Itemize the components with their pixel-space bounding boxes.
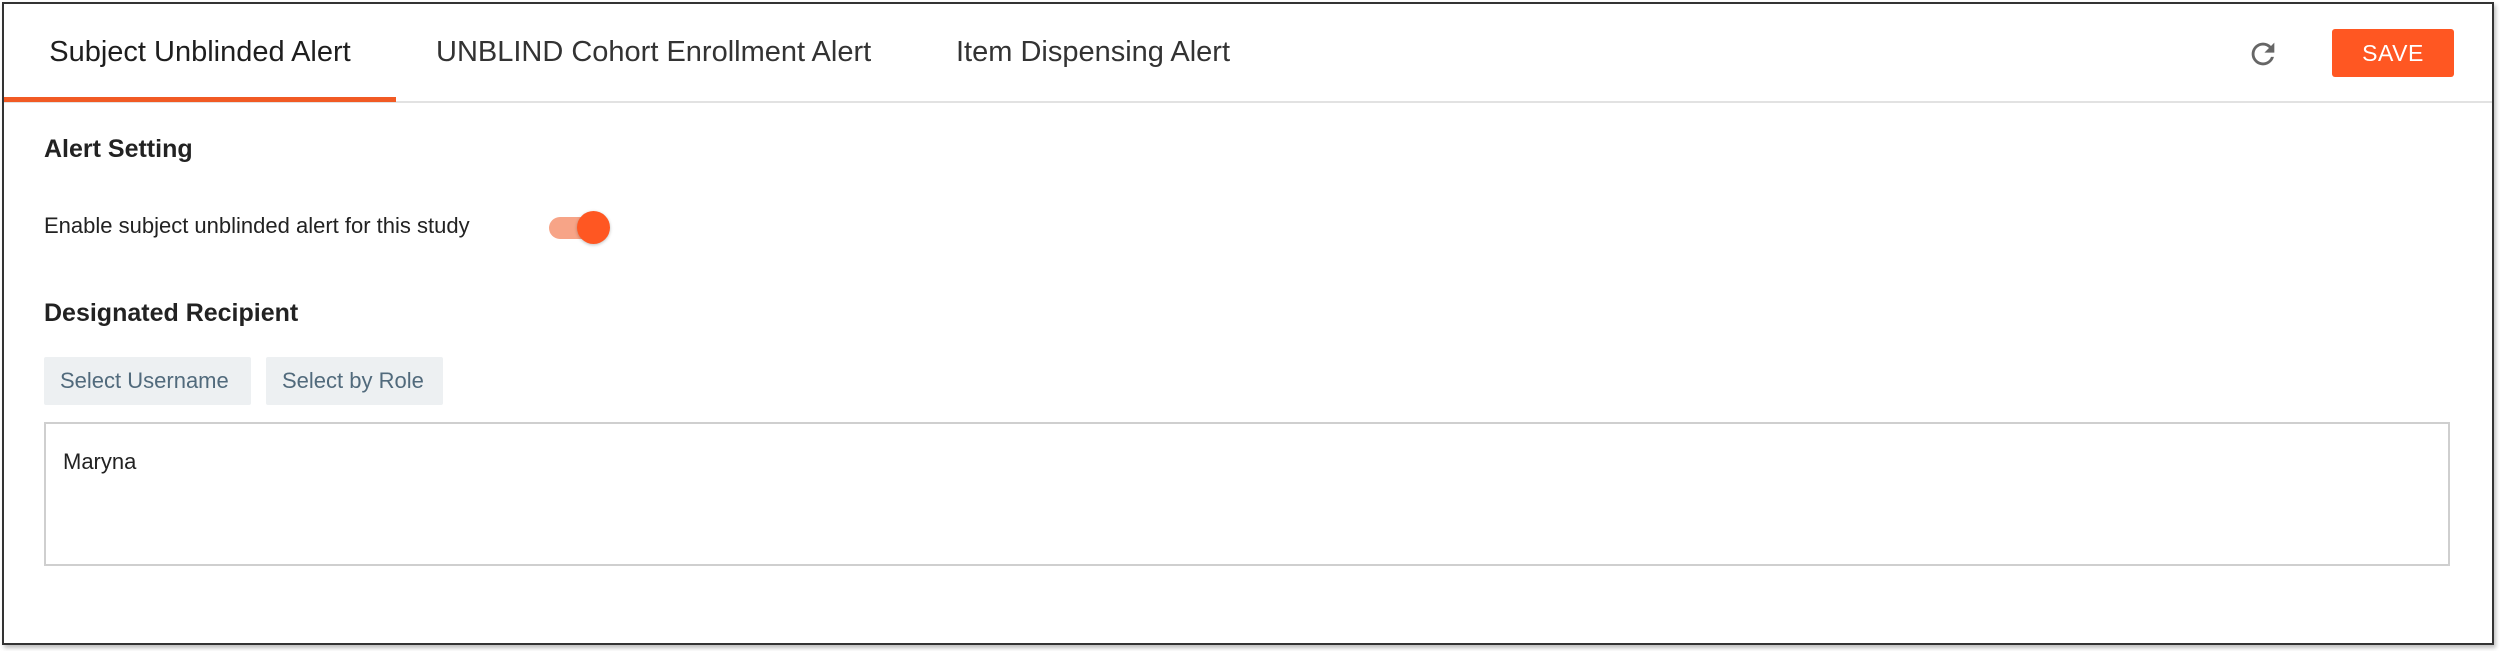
designated-recipient-heading: Designated Recipient (44, 299, 299, 327)
toggle-knob (577, 211, 610, 244)
active-tab-indicator (4, 97, 396, 102)
select-by-role-button[interactable]: Select by Role (266, 357, 443, 405)
enable-alert-label: Enable subject unblinded alert for this … (44, 213, 470, 238)
refresh-icon (2251, 42, 2275, 66)
save-button[interactable]: SAVE (2332, 29, 2454, 77)
refresh-button[interactable] (2246, 37, 2280, 71)
tab-subject-unblinded-alert[interactable]: Subject Unblinded Alert (4, 4, 396, 101)
recipient-list-field[interactable]: Maryna (44, 422, 2450, 566)
alert-setting-heading: Alert Setting (44, 135, 193, 163)
tab-item-dispensing-alert[interactable]: Item Dispensing Alert (956, 4, 1230, 101)
alert-settings-panel: Subject Unblinded Alert UNBLIND Cohort E… (2, 2, 2494, 645)
recipient-entry: Maryna (63, 449, 137, 474)
tab-bar: Subject Unblinded Alert UNBLIND Cohort E… (4, 4, 2492, 103)
select-username-button[interactable]: Select Username (44, 357, 251, 405)
enable-alert-toggle[interactable] (549, 208, 611, 248)
tab-unblind-cohort-enrollment-alert[interactable]: UNBLIND Cohort Enrollment Alert (436, 4, 871, 101)
